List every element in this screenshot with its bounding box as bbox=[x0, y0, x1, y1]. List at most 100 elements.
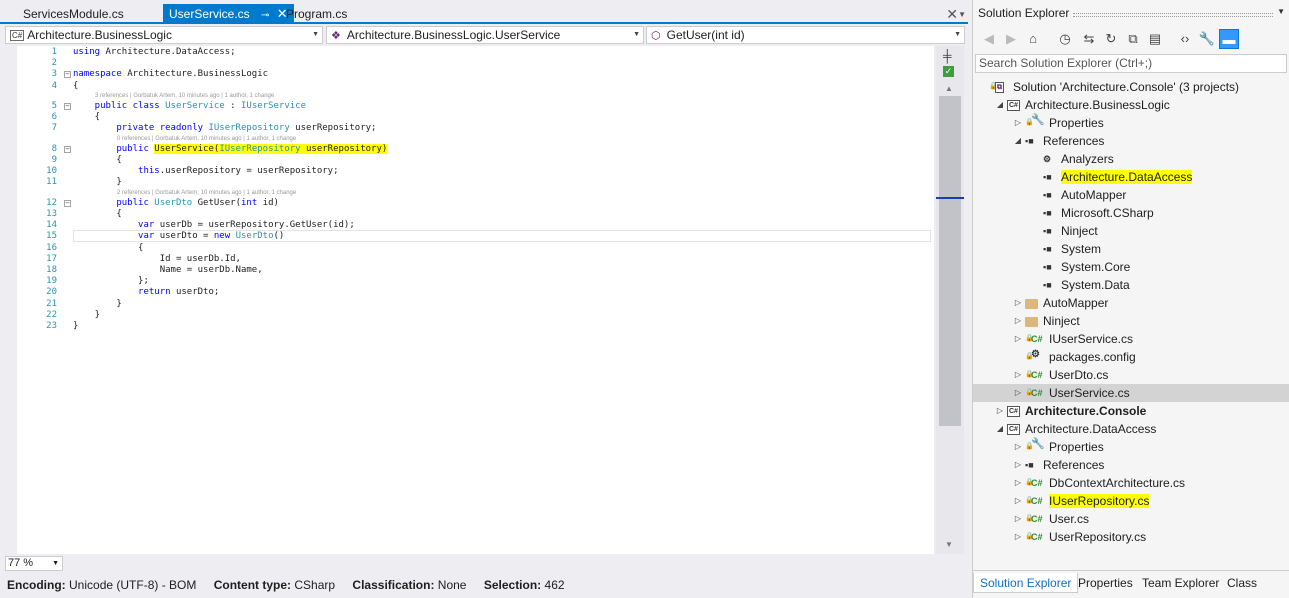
folder-icon bbox=[1025, 317, 1038, 327]
tree-item[interactable]: ▷ 🔒 C# UserRepository.cs bbox=[973, 528, 1289, 546]
tree-item[interactable]: 🔒 ⧉ Solution 'Architecture.Console' (3 pro… bbox=[973, 78, 1289, 96]
code-token: UserDto bbox=[235, 231, 274, 242]
tree-item[interactable]: ⚙ Analyzers bbox=[973, 150, 1289, 168]
expand-arrow-icon[interactable]: ▷ bbox=[1013, 366, 1023, 384]
properties-icon[interactable]: 🔧 bbox=[1197, 29, 1217, 49]
tree-item[interactable]: ▷ 🔒 C# IUserService.cs bbox=[973, 330, 1289, 348]
code-token: { bbox=[73, 112, 101, 123]
tree-item[interactable]: ▪■ System.Data bbox=[973, 276, 1289, 294]
tree-item[interactable]: ▷ 🔒 🔧 Properties bbox=[973, 114, 1289, 132]
editor-horizontal-scrollbar[interactable] bbox=[66, 556, 934, 571]
history-icon[interactable]: ◷ bbox=[1055, 29, 1075, 49]
project-dropdown[interactable]: C# Architecture.BusinessLogic ▼ bbox=[5, 26, 323, 44]
tree-item[interactable]: ▪■ Microsoft.CSharp bbox=[973, 204, 1289, 222]
collapse-icon[interactable]: − bbox=[64, 71, 71, 79]
type-dropdown[interactable]: ❖ Architecture.BusinessLogic.UserService … bbox=[326, 26, 644, 44]
code-view-icon[interactable]: ‹› bbox=[1175, 29, 1195, 49]
tree-item[interactable]: ▷ ▪■ References bbox=[973, 456, 1289, 474]
chevron-down-icon[interactable]: ▼ bbox=[1277, 7, 1285, 16]
tab-class-view[interactable]: Class View bbox=[1221, 573, 1289, 598]
tab-program[interactable]: Program.cs bbox=[280, 4, 353, 24]
code-text: { bbox=[73, 112, 100, 123]
expand-arrow-icon[interactable]: ▷ bbox=[1013, 492, 1023, 510]
tree-item[interactable]: ▷ 🔒 C# UserService.cs bbox=[973, 384, 1289, 402]
tree-item-label: System.Data bbox=[1061, 278, 1130, 292]
search-input[interactable]: Search Solution Explorer (Ctrl+;) bbox=[975, 54, 1287, 73]
code-text: } bbox=[73, 299, 121, 310]
tree-item[interactable]: ◢ C# Architecture.DataAccess bbox=[973, 420, 1289, 438]
collapse-arrow-icon[interactable]: ◢ bbox=[995, 96, 1005, 114]
tree-item[interactable]: ▪■ System bbox=[973, 240, 1289, 258]
tree-item[interactable]: ▪■ Architecture.DataAccess bbox=[973, 168, 1289, 186]
code-editor[interactable]: 1 using Architecture.DataAccess; 2 3− namesp… bbox=[17, 46, 934, 554]
member-dropdown[interactable]: ⬡ GetUser(int id) ▼ bbox=[646, 26, 965, 44]
expand-arrow-icon[interactable]: ▷ bbox=[1013, 510, 1023, 528]
collapse-arrow-icon[interactable]: ◢ bbox=[995, 420, 1005, 438]
preview-icon[interactable]: ▬ bbox=[1219, 29, 1239, 49]
tool-window-tabs: Solution Explorer Properties Team Explor… bbox=[973, 570, 1289, 598]
split-window-icon[interactable]: ╪ bbox=[943, 49, 952, 63]
chevron-down-icon[interactable]: ▼ bbox=[958, 10, 966, 19]
tree-item[interactable]: ▷ Ninject bbox=[973, 312, 1289, 330]
csharp-file-icon: C# bbox=[1031, 478, 1043, 488]
tree-item[interactable]: ◢ C# Architecture.BusinessLogic bbox=[973, 96, 1289, 114]
code-token: IUserRepository bbox=[208, 123, 290, 134]
expand-arrow-icon[interactable]: ▷ bbox=[1013, 528, 1023, 546]
tree-item[interactable]: ▷ 🔒 C# DbContextArchitecture.cs bbox=[973, 474, 1289, 492]
tree-item[interactable]: ▪■ AutoMapper bbox=[973, 186, 1289, 204]
expand-arrow-icon[interactable]: ▷ bbox=[1013, 114, 1023, 132]
home-icon[interactable]: ⌂ bbox=[1023, 29, 1043, 49]
tree-item[interactable]: ◢ ▪■ References bbox=[973, 132, 1289, 150]
scroll-up-icon[interactable]: ▲ bbox=[945, 84, 953, 93]
tree-item[interactable]: ▷ C# Architecture.Console bbox=[973, 402, 1289, 420]
tree-item[interactable]: ▷ AutoMapper bbox=[973, 294, 1289, 312]
line-number: 10 bbox=[46, 166, 57, 177]
collapse-all-icon[interactable]: ⧉ bbox=[1123, 29, 1143, 49]
collapse-icon[interactable]: − bbox=[64, 103, 71, 110]
tree-item[interactable]: ▷ 🔒 C# UserDto.cs bbox=[973, 366, 1289, 384]
tab-properties[interactable]: Properties bbox=[1072, 573, 1139, 593]
tree-item[interactable]: ▷ 🔒 🔧 Properties bbox=[973, 438, 1289, 456]
expand-arrow-icon[interactable]: ▷ bbox=[1013, 330, 1023, 348]
code-text: return userDto; bbox=[73, 287, 219, 298]
zoom-dropdown[interactable]: 77 % ▼ bbox=[5, 556, 63, 571]
tab-solution-explorer[interactable]: Solution Explorer bbox=[973, 573, 1079, 593]
tree-item[interactable]: 🔒 ⚙ packages.config bbox=[973, 348, 1289, 366]
expand-arrow-icon[interactable]: ▷ bbox=[1013, 312, 1023, 330]
expand-arrow-icon[interactable]: ▷ bbox=[1013, 294, 1023, 312]
collapse-icon[interactable]: − bbox=[64, 145, 71, 153]
refresh-icon[interactable]: ↻ bbox=[1101, 29, 1121, 49]
sync-icon[interactable]: ⇆ bbox=[1079, 29, 1099, 49]
tree-item[interactable]: ▪■ System.Core bbox=[973, 258, 1289, 276]
line-number: 2 bbox=[51, 58, 57, 69]
highlighted-token: IUserRepository bbox=[219, 143, 301, 154]
panel-drag-grip[interactable] bbox=[1073, 13, 1273, 17]
tree-item-label: Properties bbox=[1049, 440, 1104, 454]
tree-item[interactable]: ▪■ Ninject bbox=[973, 222, 1289, 240]
type-dropdown-label: Architecture.BusinessLogic.UserService bbox=[346, 28, 561, 42]
tree-item[interactable]: ▷ 🔒 C# IUserRepository.cs bbox=[973, 492, 1289, 510]
scrollbar-thumb[interactable] bbox=[939, 96, 961, 426]
tab-team-explorer[interactable]: Team Explorer bbox=[1136, 573, 1225, 593]
tab-userservice[interactable]: UserService.cs ⊸ ✕ bbox=[163, 4, 294, 24]
show-files-icon[interactable]: ▤ bbox=[1145, 29, 1165, 49]
expand-arrow-icon[interactable]: ▷ bbox=[995, 402, 1005, 420]
close-all-icon[interactable]: ✕ bbox=[946, 6, 958, 23]
expand-arrow-icon[interactable]: ▷ bbox=[1013, 456, 1023, 474]
reference-icon: ▪■ bbox=[1043, 172, 1052, 182]
back-icon[interactable]: ◀ bbox=[979, 29, 999, 49]
pin-icon[interactable]: ⊸ bbox=[261, 10, 269, 21]
collapse-icon[interactable]: − bbox=[64, 199, 71, 207]
collapse-arrow-icon[interactable]: ◢ bbox=[1013, 132, 1023, 150]
code-text: }; bbox=[73, 276, 149, 287]
tree-item[interactable]: ▷ 🔒 C# User.cs bbox=[973, 510, 1289, 528]
expand-arrow-icon[interactable]: ▷ bbox=[1013, 384, 1023, 402]
expand-arrow-icon[interactable]: ▷ bbox=[1013, 438, 1023, 456]
forward-icon[interactable]: ▶ bbox=[1001, 29, 1021, 49]
editor-vertical-scrollbar[interactable]: ╪ ✓ ▲ ▼ bbox=[936, 46, 964, 554]
code-token: var bbox=[73, 231, 160, 242]
tab-servicesmodule[interactable]: ServicesModule.cs bbox=[17, 4, 130, 24]
expand-arrow-icon[interactable]: ▷ bbox=[1013, 474, 1023, 492]
scroll-down-icon[interactable]: ▼ bbox=[945, 540, 953, 549]
code-token: public class bbox=[73, 101, 166, 111]
